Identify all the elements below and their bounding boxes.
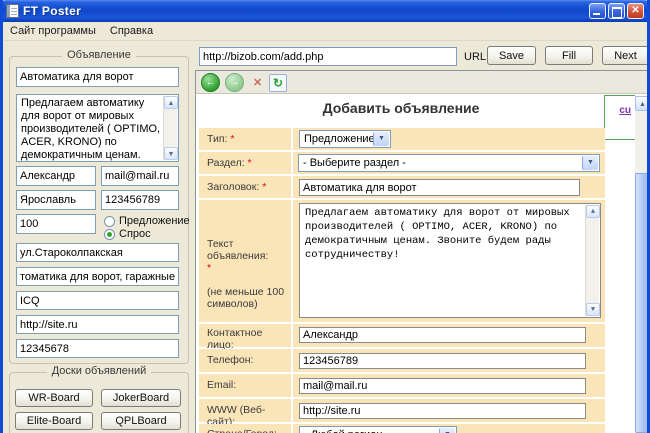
region-label-cell: Страна/Город: (199, 424, 291, 433)
phone-web-input[interactable] (299, 353, 586, 369)
scroll-down-icon[interactable]: ▼ (164, 147, 178, 160)
url-input[interactable] (199, 47, 457, 66)
announcement-group-title: Объявление (10, 49, 188, 61)
browser-toolbar (196, 71, 650, 94)
contact-person-input[interactable] (299, 327, 586, 343)
ad-text-input[interactable]: Предлагаем автоматику для ворот от миров… (16, 94, 179, 162)
email-web-input[interactable] (299, 378, 586, 394)
headline-input[interactable] (299, 179, 580, 196)
number-input[interactable] (16, 339, 179, 358)
scroll-up-icon[interactable]: ▲ (586, 205, 600, 218)
scroll-up-icon[interactable]: ▲ (164, 96, 178, 109)
section-value-cell: - Выберите раздел -▼ (293, 152, 605, 174)
phone-value-cell (293, 349, 605, 372)
adtext-scrollbar[interactable]: ▲▼ (585, 205, 599, 316)
radio-demand-label: Спрос (119, 228, 151, 240)
menu-site-link[interactable]: Сайт программы (3, 23, 103, 39)
headline-value-cell (293, 176, 605, 198)
headline-label-cell: Заголовок: * (199, 176, 291, 198)
page-scroll-thumb[interactable] (635, 173, 650, 433)
close-button[interactable]: ✕ (627, 3, 644, 19)
back-icon[interactable]: ← (201, 73, 220, 92)
radio-demand-circle[interactable] (104, 229, 115, 240)
adtext-note: (не меньше 100 символов) (207, 286, 284, 310)
contact-label-cell: Контактное лицо:* (199, 324, 291, 347)
wr-board-button[interactable]: WR-Board (15, 389, 93, 407)
adtext-textarea[interactable]: Предлагаем автоматику для ворот от миров… (299, 203, 601, 318)
contact-value-cell (293, 324, 605, 347)
page-title: Добавить объявление (199, 100, 603, 116)
chevron-down-icon[interactable]: ▼ (439, 428, 455, 433)
menu-bar: Сайт программы Справка (3, 22, 647, 41)
region-value-cell: - Любой регион -▼ (293, 424, 605, 433)
phone-input[interactable] (101, 190, 179, 210)
phone-label-cell: Телефон: (199, 349, 291, 372)
app-icon (6, 4, 19, 18)
chevron-down-icon[interactable]: ▼ (582, 156, 598, 170)
save-button[interactable]: Save (487, 46, 536, 65)
page-scrollbar[interactable]: ▲ (635, 96, 650, 433)
www-label-cell: WWW (Веб-сайт): (199, 399, 291, 422)
ad-text-value: Предлагаем автоматику для ворот от миров… (21, 97, 160, 162)
ad-text-scrollbar[interactable]: ▲▼ (163, 96, 177, 160)
price-input[interactable] (16, 214, 96, 234)
window-title: FT Poster (23, 4, 81, 18)
icq-input[interactable] (16, 291, 179, 310)
radio-demand[interactable]: Спрос (104, 228, 151, 240)
type-value-cell: Предложение▼ (293, 128, 605, 150)
region-select[interactable]: - Любой регион -▼ (299, 426, 457, 433)
fill-button[interactable]: Fill (545, 46, 593, 65)
email-label-cell: Email: (199, 374, 291, 397)
adtext-value-cell: Предлагаем автоматику для ворот от миров… (293, 200, 605, 322)
chevron-down-icon[interactable]: ▼ (373, 132, 389, 146)
radio-offer[interactable]: Предложение (104, 215, 190, 227)
contact-name-input[interactable] (16, 166, 96, 186)
elite-board-button[interactable]: Elite-Board (15, 412, 93, 430)
jokerboard-button[interactable]: JokerBoard (101, 389, 181, 407)
www-value-cell (293, 399, 605, 422)
forward-icon[interactable]: → (225, 73, 244, 92)
radio-offer-label: Предложение (119, 215, 190, 227)
address-input[interactable] (16, 243, 179, 262)
adtext-label-cell: Текст объявления: * (не меньше 100 симво… (199, 200, 291, 322)
type-select[interactable]: Предложение▼ (299, 130, 391, 148)
radio-offer-circle[interactable] (104, 216, 115, 227)
qplboard-button[interactable]: QPLBoard (101, 412, 181, 430)
next-button[interactable]: Next (602, 46, 649, 65)
side-link[interactable]: cu (619, 105, 631, 116)
scroll-down-icon[interactable]: ▼ (586, 303, 600, 316)
section-select[interactable]: - Выберите раздел -▼ (298, 154, 600, 172)
keywords-input[interactable] (16, 267, 179, 286)
stop-icon[interactable]: ✕ (253, 77, 262, 89)
minimize-button[interactable] (589, 3, 606, 19)
app-window: FT Poster ✕ Сайт программы Справка Объяв… (0, 0, 650, 433)
city-input[interactable] (16, 190, 96, 210)
boards-group-title: Доски объявлений (10, 365, 188, 377)
email-value-cell (293, 374, 605, 397)
refresh-icon[interactable]: ↻ (269, 74, 287, 92)
email-input[interactable] (101, 166, 179, 186)
side-box: cu (604, 95, 635, 140)
ad-title-input[interactable] (16, 67, 179, 87)
www-input[interactable] (299, 403, 586, 419)
type-label-cell: Тип: * (199, 128, 291, 150)
site-input[interactable] (16, 315, 179, 334)
section-label-cell: Раздел: * (199, 152, 291, 174)
maximize-button[interactable] (608, 3, 625, 19)
url-label: URL (464, 51, 486, 63)
page-scroll-up-icon[interactable]: ▲ (635, 96, 650, 111)
title-bar[interactable]: FT Poster ✕ (0, 0, 650, 22)
menu-help[interactable]: Справка (103, 23, 160, 39)
